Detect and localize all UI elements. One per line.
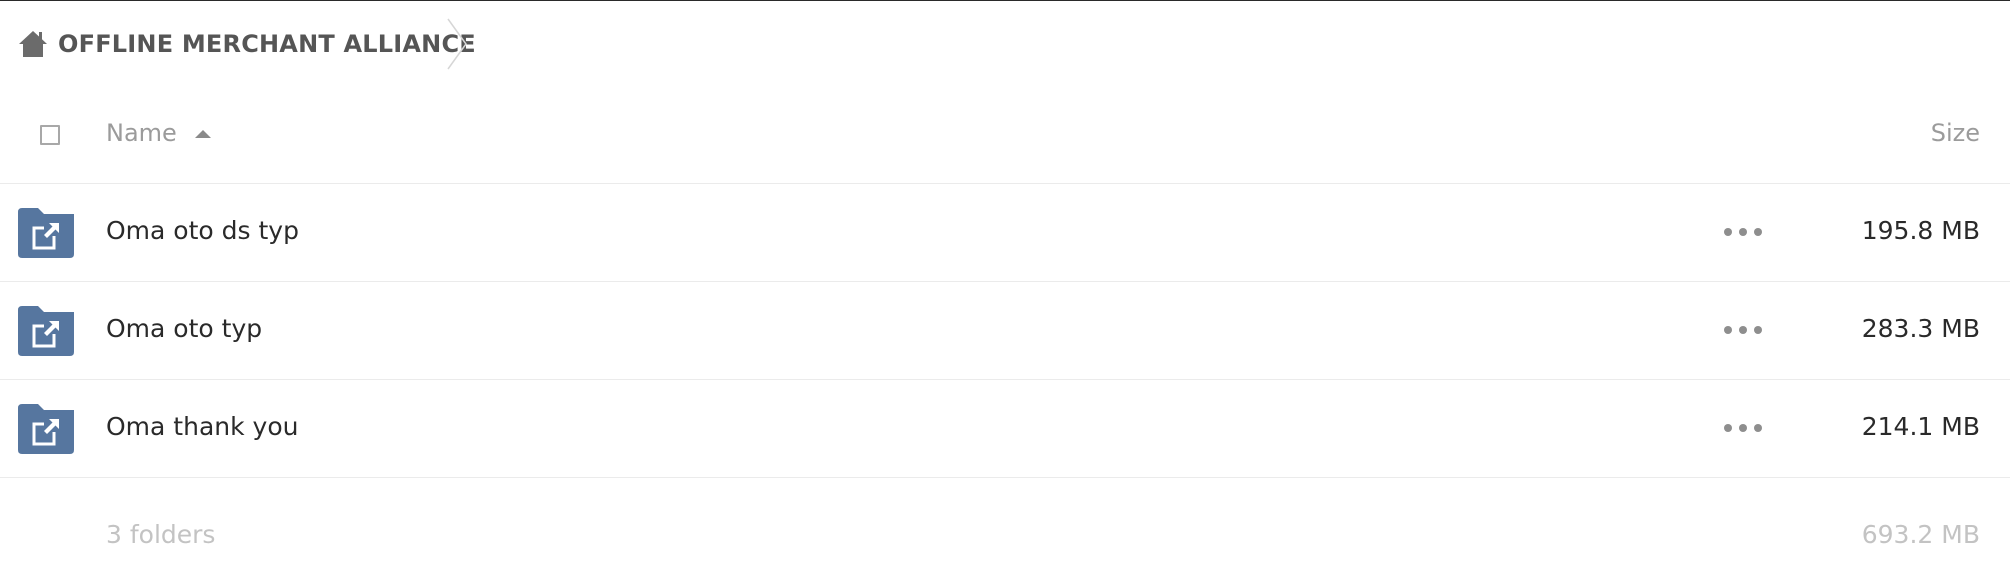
folder-name[interactable]: Oma oto typ	[106, 314, 262, 343]
more-options-icon[interactable]	[1724, 222, 1762, 242]
top-border	[0, 0, 2010, 1]
column-header-name-label: Name	[106, 119, 177, 147]
more-options-icon[interactable]	[1724, 320, 1762, 340]
folder-count-summary: 3 folders	[106, 520, 216, 549]
column-header-name[interactable]: Name	[106, 119, 211, 147]
breadcrumb-item-root[interactable]: OFFLINE MERCHANT ALLIANCE	[58, 30, 476, 58]
folder-size: 195.8 MB	[1861, 216, 1980, 245]
table-row[interactable]: Oma oto ds typ 195.8 MB	[0, 184, 2010, 282]
home-icon[interactable]	[18, 29, 48, 59]
column-header-size[interactable]: Size	[1931, 119, 1980, 147]
shared-folder-icon	[18, 208, 74, 258]
table-header: Name Size	[0, 100, 2010, 184]
folder-name[interactable]: Oma thank you	[106, 412, 298, 441]
total-size-summary: 693.2 MB	[1861, 520, 1980, 549]
shared-folder-icon	[18, 404, 74, 454]
more-options-icon[interactable]	[1724, 418, 1762, 438]
sort-ascending-icon	[194, 130, 211, 138]
folder-size: 214.1 MB	[1861, 412, 1980, 441]
table-row[interactable]: Oma oto typ 283.3 MB	[0, 282, 2010, 380]
table-row[interactable]: Oma thank you 214.1 MB	[0, 380, 2010, 478]
select-all-checkbox[interactable]	[40, 125, 60, 145]
folder-name[interactable]: Oma oto ds typ	[106, 216, 299, 245]
breadcrumb-separator-icon	[447, 18, 467, 70]
shared-folder-icon	[18, 306, 74, 356]
breadcrumb: OFFLINE MERCHANT ALLIANCE	[18, 20, 476, 68]
folder-size: 283.3 MB	[1861, 314, 1980, 343]
